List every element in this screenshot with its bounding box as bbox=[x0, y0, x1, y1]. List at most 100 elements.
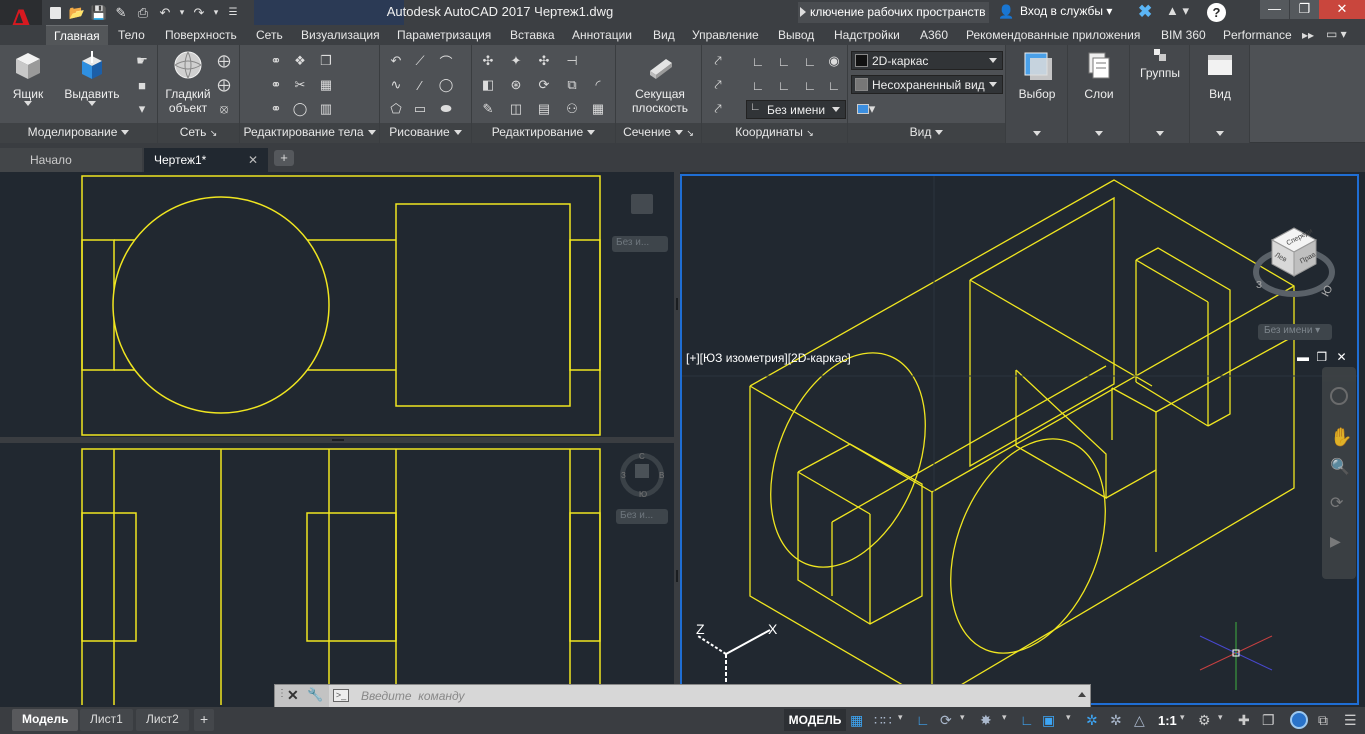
ucs-view-icon[interactable]: ∟ bbox=[802, 77, 818, 93]
orbit-icon[interactable]: ⟳ bbox=[1330, 493, 1343, 513]
tab-annotate[interactable]: Аннотации bbox=[572, 28, 632, 42]
erase-icon[interactable]: ✎ bbox=[480, 101, 496, 117]
named-view-combo[interactable]: Несохраненный вид bbox=[851, 75, 1003, 94]
panel-title-mesh[interactable]: Сеть ↘ bbox=[158, 123, 239, 143]
align-icon[interactable]: ✣ bbox=[536, 53, 552, 69]
viewport-close-icon[interactable]: ✕ bbox=[1336, 350, 1346, 364]
move-icon[interactable]: ✣ bbox=[480, 53, 496, 69]
close-button[interactable]: ✕ bbox=[1319, 0, 1365, 19]
minimize-button[interactable]: — bbox=[1260, 0, 1289, 19]
polyline-icon[interactable]: ∕ bbox=[412, 77, 428, 93]
close-icon[interactable]: ✕ bbox=[287, 687, 299, 704]
panel-title-coordinates[interactable]: Координаты ↘ bbox=[702, 123, 847, 143]
ucs-icon-properties-icon[interactable]: ◉ bbox=[826, 53, 842, 69]
union-icon[interactable]: ⚭ bbox=[268, 53, 284, 69]
chevron-down-icon[interactable] bbox=[1095, 131, 1103, 136]
drawing-tab[interactable]: Чертеж1* ✕ bbox=[144, 148, 268, 172]
tab-surface[interactable]: Поверхность bbox=[165, 28, 237, 42]
steering-wheel-icon[interactable] bbox=[1330, 387, 1348, 405]
selection-button[interactable]: Выбор bbox=[1012, 49, 1062, 101]
ucs-menu[interactable]: Без имени ▾ bbox=[1258, 324, 1332, 340]
subtract-icon[interactable]: ⚭ bbox=[268, 77, 284, 93]
thicken-icon[interactable]: ◯ bbox=[292, 101, 308, 117]
layers-button[interactable]: Слои bbox=[1074, 49, 1124, 101]
more-modeling-icon[interactable]: ▾ bbox=[134, 101, 150, 117]
autodesk-exchange-icon[interactable]: ✖ bbox=[1138, 2, 1152, 22]
view-button[interactable]: Вид bbox=[1194, 49, 1246, 101]
object-snap-icon[interactable]: ▣ bbox=[1042, 712, 1055, 729]
ucs-previous-icon[interactable]: ∟ bbox=[750, 77, 766, 93]
tab-insert[interactable]: Вставка bbox=[510, 28, 555, 42]
compass-mini[interactable]: С Ю З В bbox=[620, 452, 664, 499]
viewport-maximize-icon[interactable]: ❐ bbox=[1316, 350, 1327, 364]
chevron-down-icon[interactable]: ▾ bbox=[1218, 712, 1223, 723]
open-folder-icon[interactable]: 📂 bbox=[68, 4, 86, 22]
plus-icon[interactable]: ✚ bbox=[1238, 712, 1250, 729]
maximize-button[interactable]: ❐ bbox=[1290, 0, 1319, 19]
isodraft-icon[interactable]: ✸ bbox=[980, 712, 992, 729]
tab-a360[interactable]: A360 bbox=[920, 28, 948, 42]
model-space-button[interactable]: МОДЕЛЬ bbox=[784, 709, 846, 731]
tab-manage[interactable]: Управление bbox=[692, 28, 759, 42]
rotate-icon[interactable]: ⟳ bbox=[536, 77, 552, 93]
ucs-world-icon[interactable]: ∟ bbox=[750, 53, 766, 69]
panel-title-solid-editing[interactable]: Редактирование тела bbox=[240, 123, 379, 143]
solid-edit-icon[interactable]: ■ bbox=[134, 77, 150, 93]
object-snap-tracking-icon[interactable]: ∟ bbox=[1020, 712, 1034, 728]
tab-performance[interactable]: Performance bbox=[1223, 28, 1292, 42]
mesh-smooth-less-icon[interactable]: ⨁ bbox=[216, 77, 232, 93]
viewcube[interactable]: Спереди Прав Лев Ю З bbox=[1248, 220, 1338, 310]
viewport-bottom-left[interactable]: С Ю З В Без и... bbox=[0, 443, 674, 705]
ucs-menu-mini[interactable]: Без и... bbox=[612, 236, 668, 252]
customize-icon[interactable]: ☰ bbox=[1344, 712, 1357, 729]
circle-icon[interactable]: ◯ bbox=[438, 77, 454, 93]
ellipse-icon[interactable]: ⬬ bbox=[438, 101, 454, 117]
customize-qat-icon[interactable]: ☰ bbox=[224, 4, 242, 22]
undo-dropdown-icon[interactable]: ▾ bbox=[178, 4, 186, 22]
wrench-icon[interactable]: 🔧 bbox=[307, 687, 323, 703]
pan-icon[interactable]: ✋ bbox=[1330, 427, 1352, 448]
command-history-icon[interactable] bbox=[1078, 692, 1086, 697]
annotation-visibility-icon[interactable]: ✲ bbox=[1086, 712, 1098, 729]
print-icon[interactable]: ⎙ bbox=[134, 4, 152, 22]
visual-style-combo[interactable]: 2D-каркас bbox=[851, 51, 1003, 70]
stretch-icon[interactable]: ▤ bbox=[536, 101, 552, 117]
copy-icon[interactable]: ⧉ bbox=[564, 77, 580, 93]
chevron-down-icon[interactable]: ▾ bbox=[1002, 712, 1007, 723]
annotation-monitor-icon[interactable]: △ bbox=[1134, 712, 1145, 729]
ucs-icon[interactable]: ⤤ bbox=[710, 53, 726, 69]
clean-screen-icon[interactable]: ⧉ bbox=[1318, 712, 1328, 729]
chevron-down-icon[interactable] bbox=[1033, 131, 1041, 136]
ucs-x-icon[interactable]: ∟ bbox=[776, 53, 792, 69]
tab-bim360[interactable]: BIM 360 bbox=[1161, 28, 1206, 42]
command-prompt-icon[interactable]: >_ bbox=[333, 689, 349, 702]
groups-button[interactable]: Группы bbox=[1134, 47, 1186, 80]
ucs-name-combo[interactable]: ∟ Без имени bbox=[746, 100, 846, 119]
tab-view[interactable]: Вид bbox=[653, 28, 675, 42]
ucs-y-icon[interactable]: ∟ bbox=[802, 53, 818, 69]
tab-solid[interactable]: Тело bbox=[118, 28, 145, 42]
line-icon[interactable]: ⟋ bbox=[412, 53, 428, 69]
new-file-icon[interactable] bbox=[46, 4, 64, 22]
viewport-config-icon[interactable]: ▾ bbox=[854, 101, 878, 117]
intersect-icon[interactable]: ⚭ bbox=[268, 101, 284, 117]
shell-icon[interactable]: ▥ bbox=[318, 101, 334, 117]
auto-scale-icon[interactable]: ✲ bbox=[1110, 712, 1122, 729]
ucs-3point-icon[interactable]: ⤤ bbox=[710, 101, 726, 117]
grid-icon[interactable]: ▦ bbox=[850, 712, 863, 729]
layout-tab-model[interactable]: Модель bbox=[12, 709, 79, 731]
undo-icon[interactable]: ↶ bbox=[156, 4, 174, 22]
tab-mesh[interactable]: Сеть bbox=[256, 28, 283, 42]
polysolid-icon[interactable]: ↶ bbox=[388, 53, 404, 69]
snap-grid-icon[interactable]: ∷∷ bbox=[874, 712, 892, 729]
extrude-button[interactable]: Выдавить bbox=[60, 49, 124, 106]
gizmo-icon[interactable]: ✦ bbox=[508, 53, 524, 69]
showmotion-icon[interactable]: ▶ bbox=[1330, 533, 1341, 550]
section-plane-button[interactable]: Секущая плоскость bbox=[624, 49, 696, 115]
scale-icon[interactable]: ◫ bbox=[508, 101, 524, 117]
presspull-icon[interactable]: ☛ bbox=[134, 53, 150, 69]
tab-visualize[interactable]: Визуализация bbox=[301, 28, 380, 42]
panel-title-section[interactable]: Сечение ↘ bbox=[616, 123, 701, 143]
ucs-origin-icon[interactable]: ⤤ bbox=[710, 77, 726, 93]
tab-parametric[interactable]: Параметризация bbox=[397, 28, 491, 42]
